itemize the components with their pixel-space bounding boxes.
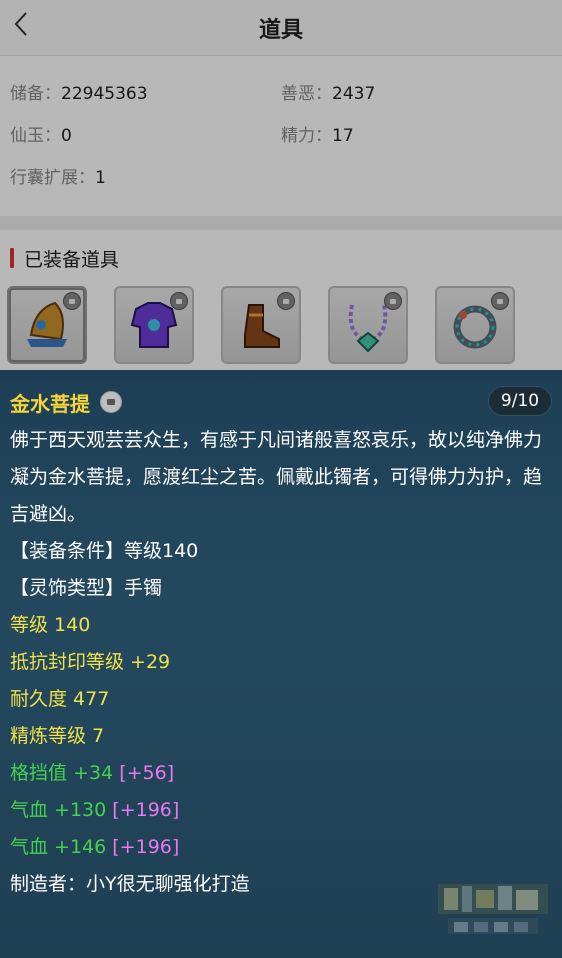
attr-hp-2: 气血 +146 [+196] — [10, 829, 552, 866]
watermark-logo — [438, 876, 548, 940]
attr-value: 格挡值 +34 — [10, 762, 114, 784]
resist-seal: 抵抗封印等级 +29 — [10, 651, 171, 673]
dim-overlay[interactable] — [0, 0, 562, 370]
attr-bonus: [+56] — [119, 762, 175, 784]
item-name-row: 金水菩提 — [10, 382, 552, 422]
item-tooltip: 金水菩提 9/10 佛于西天观芸芸众生，有感于凡间诸般喜怒哀乐，故以纯净佛力凝为… — [0, 370, 562, 958]
attr-value: 气血 +130 — [10, 799, 107, 821]
equip-condition: 【装备条件】等级140 — [10, 540, 199, 562]
attr-hp-1: 气血 +130 [+196] — [10, 792, 552, 829]
pixelated-logo — [438, 884, 548, 934]
lock-icon — [100, 391, 122, 413]
accessory-type: 【灵饰类型】手镯 — [10, 577, 163, 599]
attr-bonus: [+196] — [112, 799, 180, 821]
item-description: 佛于西天观芸芸众生，有感于凡间诸般喜怒哀乐，故以纯净佛力凝为金水菩提，愿渡红尘之… — [10, 429, 543, 525]
attr-block: 格挡值 +34 [+56] — [10, 755, 552, 792]
attr-value: 气血 +146 — [10, 836, 107, 858]
item-level: 等级 140 — [10, 614, 91, 636]
durability: 耐久度 477 — [10, 688, 110, 710]
item-name: 金水菩提 — [10, 391, 90, 416]
item-count-badge: 9/10 — [488, 386, 552, 416]
attr-bonus: [+196] — [112, 836, 180, 858]
refine-level: 精炼等级 7 — [10, 725, 105, 747]
